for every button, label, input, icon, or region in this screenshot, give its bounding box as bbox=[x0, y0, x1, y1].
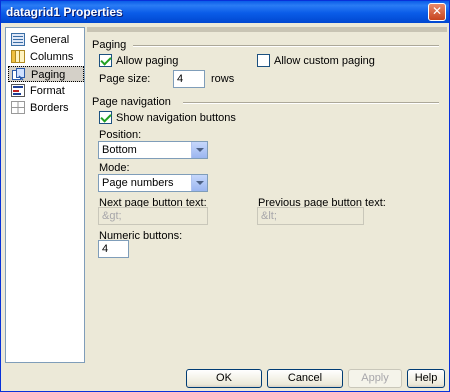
page-size-input[interactable]: 4 bbox=[173, 70, 205, 88]
sidebar-item-label: General bbox=[30, 34, 70, 46]
close-button[interactable]: ✕ bbox=[428, 3, 446, 21]
apply-button[interactable]: Apply bbox=[348, 369, 402, 388]
chevron-down-icon[interactable] bbox=[191, 142, 207, 158]
allow-paging-row[interactable]: Allow paging bbox=[99, 54, 178, 67]
cancel-button[interactable]: Cancel bbox=[267, 369, 343, 388]
close-icon: ✕ bbox=[431, 4, 443, 18]
borders-icon bbox=[11, 101, 25, 114]
ok-button[interactable]: OK bbox=[186, 369, 262, 388]
sidebar-item-label: Columns bbox=[30, 51, 74, 63]
page-size-unit: rows bbox=[211, 73, 235, 85]
position-label: Position: bbox=[99, 129, 142, 141]
paging-icon bbox=[12, 68, 25, 81]
paging-panel: Paging Allow paging Allow custom paging … bbox=[87, 27, 447, 363]
title-bar[interactable]: datagrid1 Properties ✕ bbox=[1, 1, 449, 23]
navigation-section-divider bbox=[183, 102, 439, 104]
properties-dialog: datagrid1 Properties ✕ General Columns P… bbox=[0, 0, 450, 392]
position-select[interactable]: Bottom bbox=[98, 141, 208, 159]
allow-custom-paging-checkbox[interactable] bbox=[257, 54, 270, 67]
sidebar-item-borders[interactable]: Borders bbox=[8, 100, 84, 116]
paging-section-divider bbox=[133, 45, 439, 47]
navigation-section-label: Page navigation bbox=[92, 96, 171, 108]
allow-custom-paging-label: Allow custom paging bbox=[274, 54, 375, 67]
sidebar-nav: General Columns Paging Format Borders bbox=[5, 27, 85, 363]
chevron-down-icon[interactable] bbox=[191, 175, 207, 191]
mode-label: Mode: bbox=[99, 162, 130, 174]
sidebar-item-label: Borders bbox=[30, 102, 69, 114]
sidebar-item-general[interactable]: General bbox=[8, 32, 84, 48]
allow-paging-checkbox[interactable] bbox=[99, 54, 112, 67]
allow-paging-label: Allow paging bbox=[116, 54, 179, 67]
allow-custom-paging-row[interactable]: Allow custom paging bbox=[257, 54, 375, 67]
show-nav-buttons-checkbox[interactable] bbox=[99, 111, 112, 124]
sidebar-item-columns[interactable]: Columns bbox=[8, 49, 84, 65]
columns-icon bbox=[11, 50, 25, 63]
sidebar-item-label: Format bbox=[30, 85, 65, 97]
position-select-value: Bottom bbox=[102, 144, 137, 156]
numeric-buttons-input[interactable]: 4 bbox=[98, 240, 129, 258]
paging-section-label: Paging bbox=[92, 39, 127, 51]
general-icon bbox=[11, 33, 25, 46]
sidebar-item-paging[interactable]: Paging bbox=[8, 66, 84, 82]
sidebar-item-format[interactable]: Format bbox=[8, 83, 84, 99]
prev-text-input[interactable]: &lt; bbox=[257, 207, 364, 225]
panel-top-bar bbox=[87, 27, 447, 32]
help-button[interactable]: Help bbox=[407, 369, 445, 388]
show-nav-buttons-label: Show navigation buttons bbox=[116, 111, 236, 124]
page-size-label: Page size: bbox=[99, 73, 151, 85]
show-nav-buttons-row[interactable]: Show navigation buttons bbox=[99, 111, 236, 124]
next-text-input[interactable]: &gt; bbox=[98, 207, 208, 225]
sidebar-item-label: Paging bbox=[31, 69, 66, 81]
window-title: datagrid1 Properties bbox=[6, 5, 123, 19]
format-icon bbox=[11, 84, 25, 97]
mode-select[interactable]: Page numbers bbox=[98, 174, 208, 192]
mode-select-value: Page numbers bbox=[102, 177, 174, 189]
